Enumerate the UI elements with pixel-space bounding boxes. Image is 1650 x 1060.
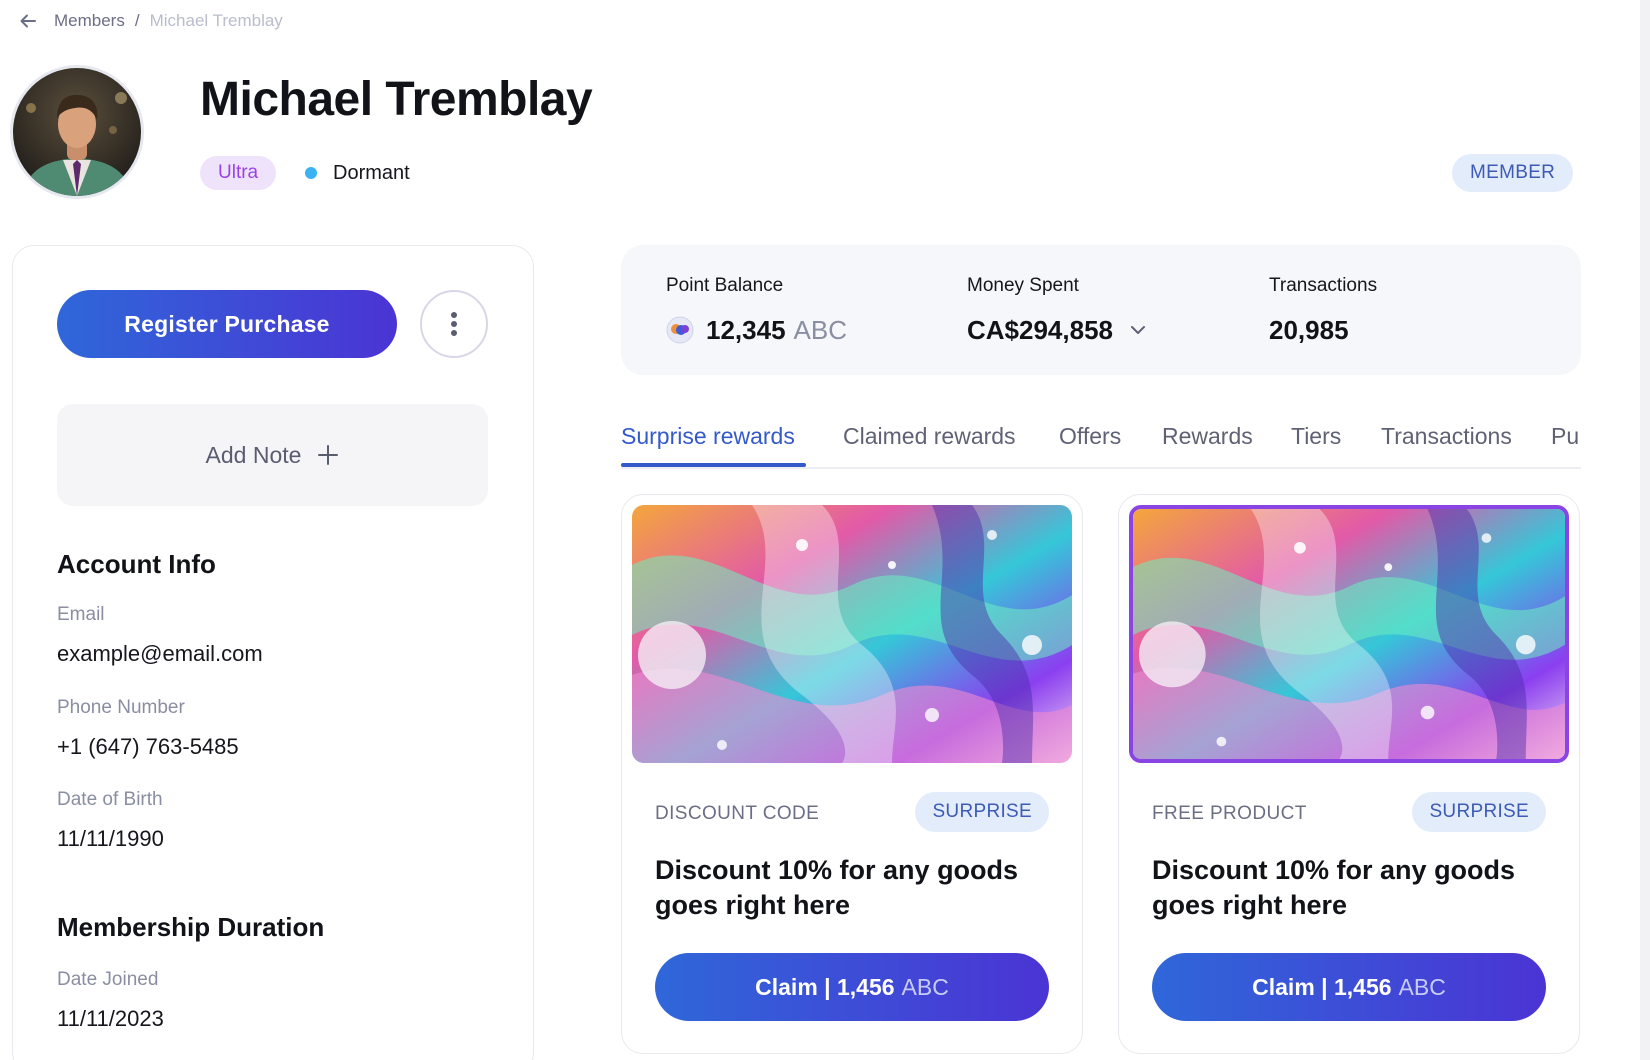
page-scrollbar[interactable]	[1640, 0, 1650, 1060]
plus-icon	[317, 444, 339, 466]
claim-button[interactable]: Claim | 1,456 ABC	[1152, 953, 1546, 1021]
add-note-label: Add Note	[205, 441, 302, 468]
breadcrumb-separator: /	[134, 11, 140, 30]
dob-label: Date of Birth	[57, 789, 163, 810]
surprise-badge: SURPRISE	[915, 792, 1049, 832]
register-purchase-button[interactable]: Register Purchase	[57, 290, 397, 358]
add-note-button[interactable]: Add Note	[57, 404, 488, 506]
money-spent-amount: CA$294,858	[967, 314, 1113, 345]
active-tab-indicator	[621, 463, 806, 467]
breadcrumb: Members / Michael Tremblay	[18, 8, 283, 34]
email-value: example@email.com	[57, 641, 263, 666]
tab-overflow[interactable]: Pu	[1551, 423, 1579, 462]
reward-type: FREE PRODUCT	[1152, 803, 1307, 824]
reward-image	[632, 505, 1072, 763]
reward-card[interactable]: DISCOUNT CODE SURPRISE Discount 10% for …	[621, 494, 1083, 1054]
claim-label: Claim | 1,456	[1252, 973, 1392, 1000]
role-badge: MEMBER	[1452, 154, 1574, 192]
kebab-icon	[451, 312, 457, 336]
member-name: Michael Tremblay	[200, 73, 593, 126]
surprise-badge: SURPRISE	[1412, 792, 1546, 832]
tab-claimed-rewards[interactable]: Claimed rewards	[843, 423, 1016, 462]
member-info-card: Register Purchase Add Note Account Info …	[12, 245, 534, 1060]
point-balance-unit: ABC	[793, 314, 847, 345]
date-joined-value: 11/11/2023	[57, 1006, 164, 1031]
chevron-down-icon[interactable]	[1129, 321, 1147, 339]
point-balance-label: Point Balance	[666, 275, 784, 296]
more-options-button[interactable]	[420, 290, 488, 358]
tab-rewards[interactable]: Rewards	[1162, 423, 1253, 462]
tier-badge: Ultra	[200, 156, 277, 190]
stats-panel: Point Balance 12,345 ABC Money Spent CA$…	[621, 245, 1581, 375]
membership-duration-heading: Membership Duration	[57, 912, 325, 942]
tab-bar: Surprise rewards Claimed rewards Offers …	[621, 415, 1581, 469]
claim-label: Claim | 1,456	[755, 973, 895, 1000]
tab-transactions[interactable]: Transactions	[1381, 423, 1512, 462]
reward-title: Discount 10% for any goods goes right he…	[1152, 855, 1516, 920]
reward-title: Discount 10% for any goods goes right he…	[655, 855, 1019, 920]
money-spent-label: Money Spent	[967, 275, 1079, 296]
transactions-label: Transactions	[1269, 275, 1378, 296]
breadcrumb-members-link[interactable]: Members	[54, 11, 125, 31]
money-spent-stat: Money Spent CA$294,858	[967, 275, 1147, 347]
avatar	[10, 65, 144, 199]
transactions-stat: Transactions 20,985	[1269, 275, 1377, 347]
status-label: Dormant	[333, 161, 410, 184]
arrow-left-icon[interactable]	[18, 11, 38, 31]
tab-tiers[interactable]: Tiers	[1291, 423, 1341, 462]
dob-value: 11/11/1990	[57, 826, 164, 851]
account-info-heading: Account Info	[57, 549, 216, 579]
tab-offers[interactable]: Offers	[1059, 423, 1121, 462]
email-label: Email	[57, 604, 105, 625]
point-balance-value: 12,345 ABC	[666, 313, 847, 347]
point-balance-amount: 12,345	[706, 314, 786, 345]
tab-surprise-rewards[interactable]: Surprise rewards	[621, 423, 795, 462]
status-dot-icon	[305, 167, 317, 179]
phone-label: Phone Number	[57, 697, 185, 718]
coin-icon	[666, 316, 694, 344]
claim-unit: ABC	[901, 973, 949, 1000]
claim-button[interactable]: Claim | 1,456 ABC	[655, 953, 1049, 1021]
breadcrumb-current: Michael Tremblay	[149, 11, 283, 30]
money-spent-value: CA$294,858	[967, 313, 1147, 347]
reward-image	[1129, 505, 1569, 763]
phone-value: +1 (647) 763-5485	[57, 734, 239, 759]
point-balance-stat: Point Balance 12,345 ABC	[666, 275, 847, 347]
claim-unit: ABC	[1398, 973, 1446, 1000]
date-joined-label: Date Joined	[57, 969, 159, 990]
reward-type: DISCOUNT CODE	[655, 803, 820, 824]
status-indicator: Dormant	[305, 156, 410, 190]
reward-card[interactable]: FREE PRODUCT SURPRISE Discount 10% for a…	[1118, 494, 1580, 1054]
transactions-value: 20,985	[1269, 314, 1349, 345]
